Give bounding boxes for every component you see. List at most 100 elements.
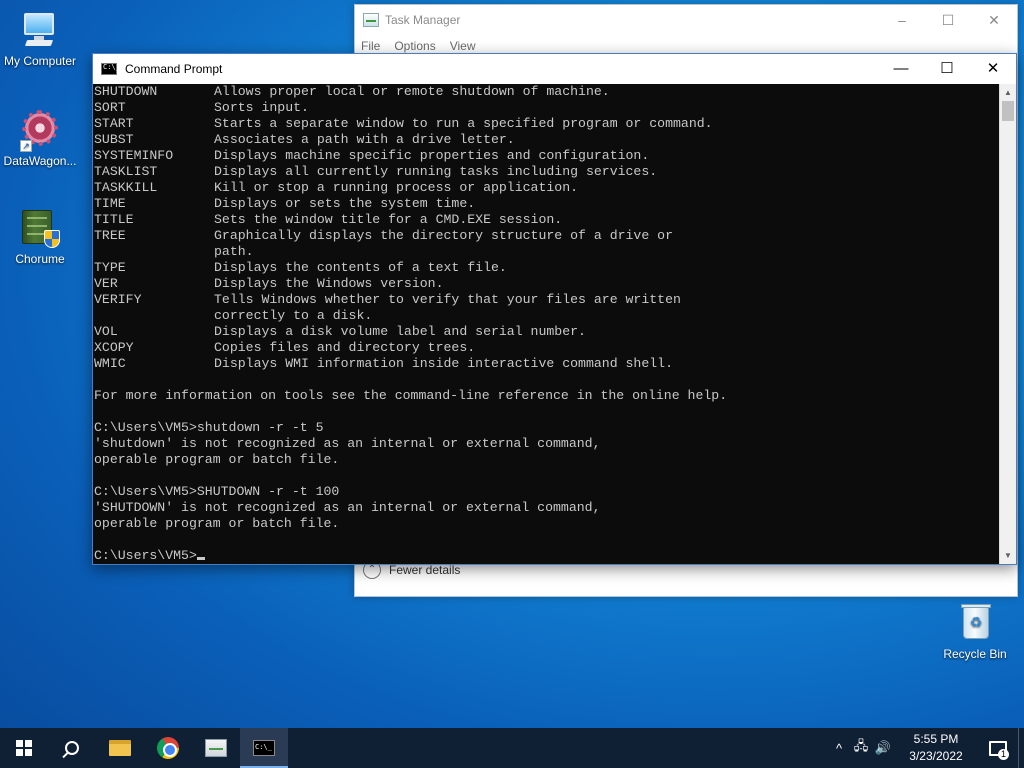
scroll-down-arrow-icon[interactable]: ▼ [1000, 547, 1016, 564]
command-prompt-window[interactable]: Command Prompt — ☐ ✕ SHUTDOWN Allows prop… [92, 53, 1017, 565]
command-description: Starts a separate window to run a specif… [214, 116, 713, 131]
minimize-button[interactable]: – [879, 12, 925, 29]
console-line: SYSTEMINFO Displays machine specific prop… [94, 148, 999, 164]
desktop-icon-recycle-bin[interactable]: Recycle Bin [935, 603, 1015, 661]
desktop-icon-my-computer[interactable]: My Computer [0, 10, 80, 68]
console-prompt: C:\Users\VM5> [94, 548, 197, 563]
console-line: C:\Users\VM5>SHUTDOWN -r -t 100 [94, 484, 340, 499]
task-manager-titlebar[interactable]: Task Manager – ☐ ✕ [355, 5, 1017, 35]
menu-options[interactable]: Options [394, 39, 435, 53]
command-description: Tells Windows whether to verify that you… [214, 292, 681, 307]
computer-icon [20, 10, 60, 50]
console-help-text: For more information on tools see the co… [94, 388, 728, 403]
command-name: TYPE [94, 260, 126, 275]
console-line: operable program or batch file. [94, 516, 340, 531]
command-description: Sets the window title for a CMD.EXE sess… [214, 212, 563, 227]
cmd-icon [101, 63, 120, 75]
recycle-bin-icon [955, 603, 995, 643]
desktop-icon-label: My Computer [3, 54, 77, 68]
command-description: Allows proper local or remote shutdown o… [214, 84, 610, 99]
command-name: VER [94, 276, 118, 291]
action-center-button[interactable]: 1 [978, 728, 1018, 768]
chevron-up-icon[interactable]: ^ [828, 741, 850, 756]
taskbar-command-prompt[interactable]: C:\_ [240, 728, 288, 768]
console-line: START Starts a separate window to run a s… [94, 116, 999, 132]
taskbar-task-manager[interactable] [192, 728, 240, 768]
command-description: Displays the Windows version. [214, 276, 444, 291]
console-line: SUBST Associates a path with a drive lett… [94, 132, 999, 148]
command-name: SUBST [94, 132, 134, 147]
console-output[interactable]: SHUTDOWN Allows proper local or remote sh… [93, 84, 999, 564]
maximize-button[interactable]: ☐ [924, 54, 970, 84]
search-icon [65, 741, 79, 755]
console-line: TASKLIST Displays all currently running t… [94, 164, 999, 180]
command-description: Displays machine specific properties and… [214, 148, 650, 163]
menu-view[interactable]: View [450, 39, 476, 53]
console-line: correctly to a disk. [94, 308, 999, 324]
menu-file[interactable]: File [361, 39, 380, 53]
close-button[interactable]: ✕ [971, 12, 1017, 29]
command-name: VOL [94, 324, 118, 339]
console-line: VERIFY Tells Windows whether to verify th… [94, 292, 999, 308]
command-description: Copies files and directory trees. [214, 340, 476, 355]
console-line: C:\Users\VM5>shutdown -r -t 5 [94, 420, 324, 435]
desktop-icon-label: Recycle Bin [943, 647, 1007, 661]
desktop-icon-chorume[interactable]: Chorume [0, 208, 80, 266]
desktop-icon-datawagon[interactable]: ↗ DataWagon... [0, 110, 80, 168]
shortcut-arrow-icon: ↗ [20, 140, 32, 152]
command-name: SHUTDOWN [94, 84, 158, 99]
command-name: VERIFY [94, 292, 142, 307]
command-name: SYSTEMINFO [94, 148, 174, 163]
console-line: TASKKILL Kill or stop a running process o… [94, 180, 999, 196]
console-line: XCOPY Copies files and directory trees. [94, 340, 999, 356]
task-manager-icon [205, 739, 227, 757]
console-line: 'SHUTDOWN' is not recognized as an inter… [94, 500, 601, 515]
scrollbar-thumb[interactable] [1002, 101, 1014, 121]
command-description: Kill or stop a running process or applic… [214, 180, 579, 195]
taskbar-chrome[interactable] [144, 728, 192, 768]
command-description: Displays a disk volume label and serial … [214, 324, 586, 339]
network-icon[interactable]: 🖧 [850, 737, 872, 759]
clock-date: 3/23/2022 [909, 749, 963, 763]
command-name: TASKKILL [94, 180, 158, 195]
volume-icon[interactable]: 🔊 [872, 740, 894, 756]
console-line: TREE Graphically displays the directory s… [94, 228, 999, 244]
console-line: 'shutdown' is not recognized as an inter… [94, 436, 601, 451]
scroll-up-arrow-icon[interactable]: ▲ [1000, 84, 1016, 101]
command-name: TIME [94, 196, 126, 211]
clock[interactable]: 5:55 PM 3/23/2022 [900, 731, 972, 765]
command-prompt-titlebar[interactable]: Command Prompt — ☐ ✕ [93, 54, 1016, 84]
fewer-details-label: Fewer details [389, 563, 461, 577]
desktop-icon-label: Chorume [15, 252, 65, 266]
console-prompt-line[interactable]: C:\Users\VM5> [94, 548, 999, 564]
folder-icon [109, 740, 131, 756]
datawagon-icon: ↗ [20, 110, 60, 152]
close-button[interactable]: ✕ [970, 54, 1016, 84]
command-name: TASKLIST [94, 164, 158, 179]
show-desktop-button[interactable] [1018, 728, 1024, 768]
console-line: WMIC Displays WMI information inside inte… [94, 356, 999, 372]
command-description: Displays or sets the system time. [214, 196, 476, 211]
command-description: Displays the contents of a text file. [214, 260, 507, 275]
command-description: path. [214, 244, 254, 259]
vertical-scrollbar[interactable]: ▲ ▼ [999, 84, 1016, 564]
command-name: START [94, 116, 134, 131]
desktop-icon-label: DataWagon... [3, 154, 77, 168]
notification-count: 1 [998, 749, 1009, 760]
start-button[interactable] [0, 728, 48, 768]
console-line: SORT Sorts input. [94, 100, 999, 116]
command-description: Associates a path with a drive letter. [214, 132, 515, 147]
search-button[interactable] [48, 728, 96, 768]
console-line: VER Displays the Windows version. [94, 276, 999, 292]
console-line: path. [94, 244, 999, 260]
command-prompt-title: Command Prompt [125, 62, 223, 76]
taskbar-file-explorer[interactable] [96, 728, 144, 768]
command-description: correctly to a disk. [214, 308, 373, 323]
windows-logo-icon [16, 740, 32, 756]
maximize-button[interactable]: ☐ [925, 12, 971, 29]
chrome-icon [157, 737, 179, 759]
console-line: SHUTDOWN Allows proper local or remote sh… [94, 84, 999, 100]
minimize-button[interactable]: — [878, 54, 924, 84]
